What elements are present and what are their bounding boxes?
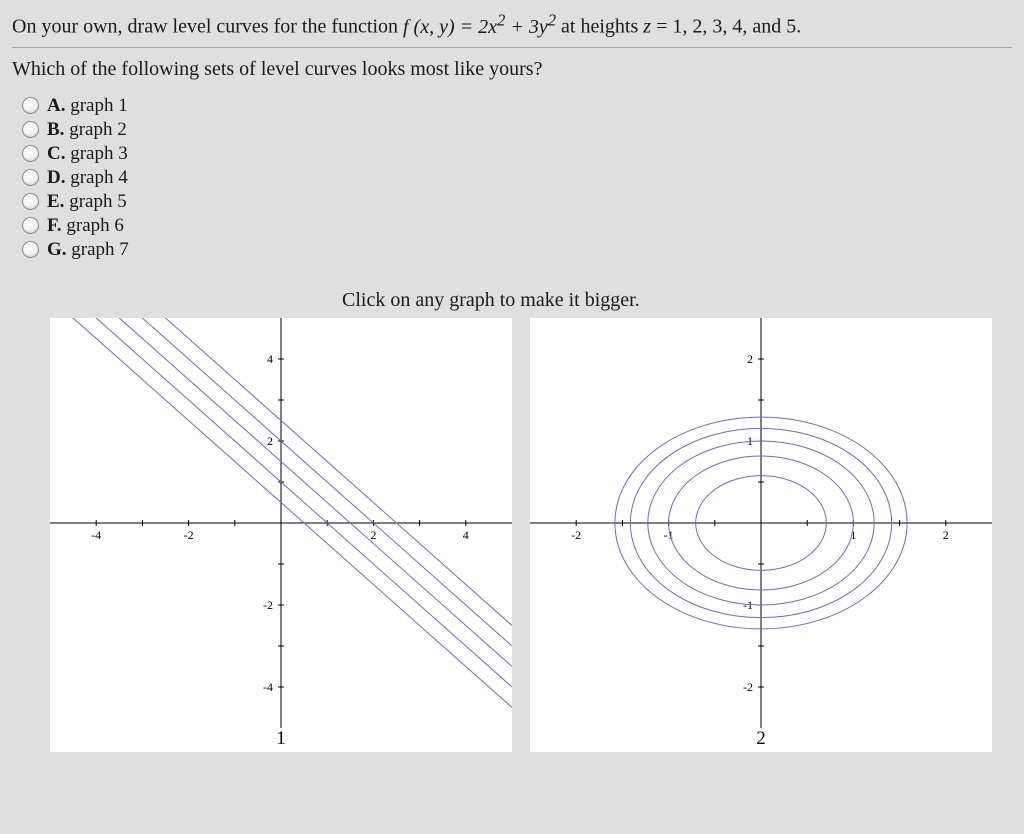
radio-g[interactable] [22, 241, 39, 258]
option-b[interactable]: B. graph 2 [22, 119, 1012, 141]
last-z: 5 [786, 16, 796, 38]
radio-d[interactable] [22, 169, 39, 186]
svg-text:-2: -2 [263, 598, 273, 612]
svg-text:-4: -4 [263, 680, 273, 694]
prompt: On your own, draw level curves for the f… [12, 8, 1012, 41]
option-e[interactable]: E. graph 5 [22, 191, 1012, 213]
prompt-fn: f (x, y) = 2x2 + 3y2 [403, 16, 556, 38]
option-f[interactable]: F. graph 6 [22, 215, 1012, 237]
option-b-label: B. graph 2 [47, 119, 127, 141]
prompt-mid: at heights [556, 16, 643, 38]
option-g[interactable]: G. graph 7 [22, 239, 1012, 261]
svg-text:-2: -2 [184, 528, 194, 542]
radio-f[interactable] [22, 217, 39, 234]
graph-1-number: 1 [276, 728, 286, 750]
option-f-label: F. graph 6 [47, 215, 124, 237]
graph-instruction: Click on any graph to make it bigger. [342, 289, 1012, 312]
prompt-prefix: On your own, draw level curves for the f… [12, 16, 403, 38]
z-var: z [643, 16, 651, 38]
option-d[interactable]: D. graph 4 [22, 167, 1012, 189]
svg-text:2: 2 [747, 352, 753, 366]
graph-1[interactable]: -4 -2 2 4 -4 -2 2 4 1 [50, 318, 512, 752]
question-text: Which of the following sets of level cur… [12, 58, 1012, 81]
svg-text:2: 2 [370, 528, 376, 542]
svg-text:-4: -4 [91, 528, 101, 542]
svg-text:-2: -2 [571, 528, 581, 542]
radio-c[interactable] [22, 145, 39, 162]
and-word: and [747, 16, 786, 38]
svg-text:4: 4 [463, 528, 469, 542]
graph-2[interactable]: -2-112-2-112 2 [530, 318, 992, 752]
svg-text:2: 2 [943, 528, 949, 542]
option-c-label: C. graph 3 [47, 143, 128, 165]
radio-e[interactable] [22, 193, 39, 210]
divider [12, 47, 1012, 48]
option-g-label: G. graph 7 [47, 239, 129, 261]
option-a[interactable]: A. graph 1 [22, 95, 1012, 117]
option-e-label: E. graph 5 [47, 191, 127, 213]
radio-b[interactable] [22, 121, 39, 138]
options-list: A. graph 1 B. graph 2 C. graph 3 D. grap… [22, 95, 1012, 261]
svg-text:1: 1 [850, 528, 856, 542]
option-a-label: A. graph 1 [47, 95, 128, 117]
z-vals: = 1, 2, 3, 4, [651, 16, 747, 38]
svg-text:-2: -2 [743, 680, 753, 694]
graph-2-svg: -2-112-2-112 [530, 318, 992, 728]
option-c[interactable]: C. graph 3 [22, 143, 1012, 165]
graph-1-svg: -4 -2 2 4 -4 -2 2 4 [50, 318, 512, 728]
option-d-label: D. graph 4 [47, 167, 128, 189]
svg-text:4: 4 [267, 352, 273, 366]
radio-a[interactable] [22, 97, 39, 114]
graph-2-number: 2 [756, 728, 766, 750]
svg-text:2: 2 [267, 434, 273, 448]
